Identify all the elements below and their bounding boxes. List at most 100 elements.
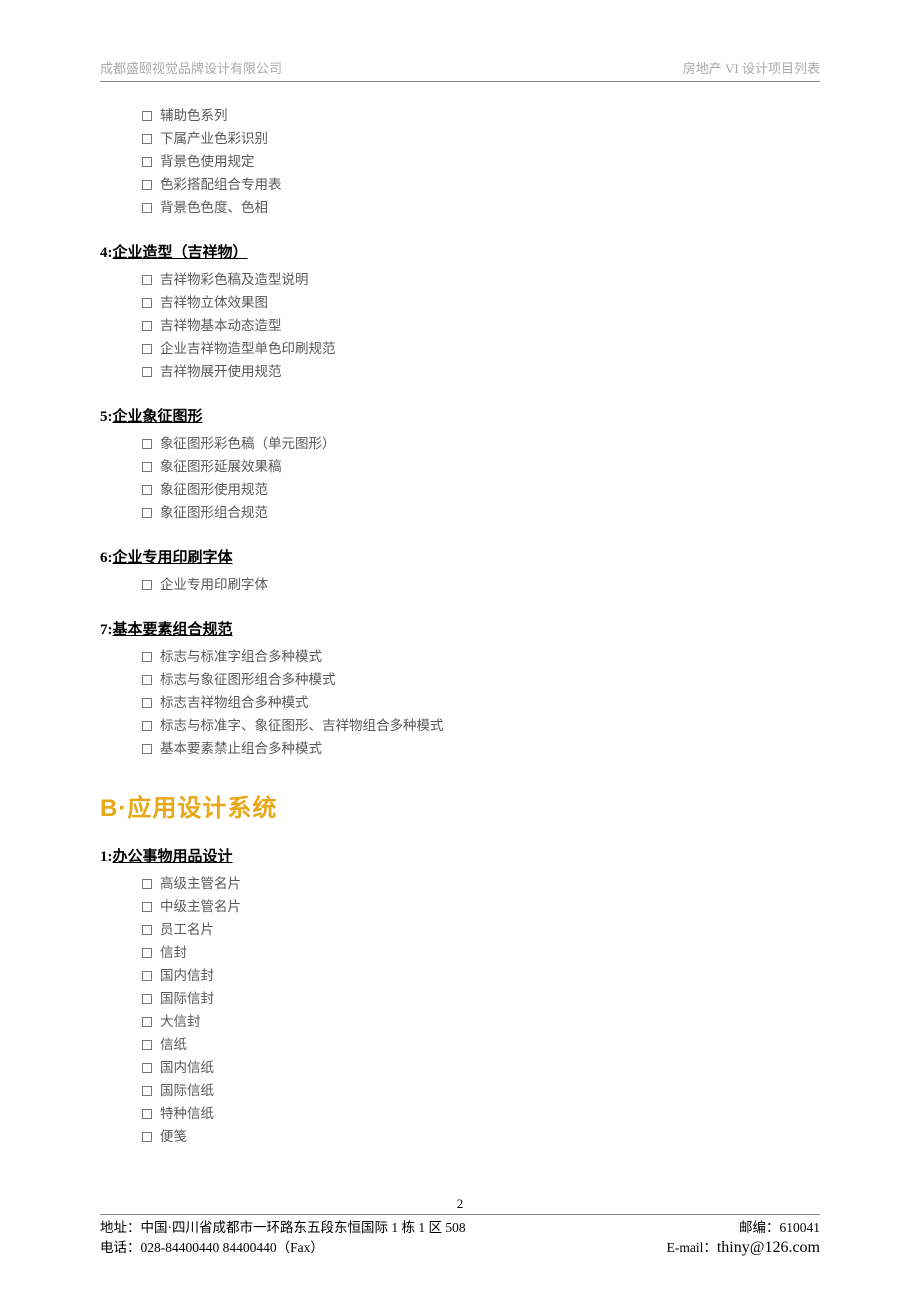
item-label: 吉祥物基本动态造型 [160, 314, 282, 337]
checkbox-icon [142, 275, 152, 285]
item-label: 标志与象征图形组合多种模式 [160, 668, 336, 691]
list-item: 国际信封 [142, 987, 820, 1010]
list-item: 下属产业色彩识别 [142, 127, 820, 150]
page-header: 成都盛颐视觉品牌设计有限公司 房地产 VI 设计项目列表 [100, 58, 820, 82]
section-number: 7: [100, 622, 113, 638]
checkbox-icon [142, 367, 152, 377]
item-label: 便笺 [160, 1125, 187, 1148]
checkbox-icon [142, 439, 152, 449]
list-item: 象征图形组合规范 [142, 501, 820, 524]
footer-address: 地址：中国·四川省成都市一环路东五段东恒国际 1 栋 1 区 508 [100, 1218, 466, 1238]
item-label: 国际信封 [160, 987, 214, 1010]
section-heading: 6:企业专用印刷字体 [100, 546, 820, 567]
checkbox-icon [142, 462, 152, 472]
item-label: 辅助色系列 [160, 104, 228, 127]
checkbox-icon [142, 698, 152, 708]
footer-email: E-mail：thiny@126.com [667, 1238, 820, 1258]
list-item: 企业专用印刷字体 [142, 573, 820, 596]
item-label: 国内信纸 [160, 1056, 214, 1079]
checkbox-icon [142, 1063, 152, 1073]
checkbox-icon [142, 994, 152, 1004]
list-item: 背景色色度、色相 [142, 196, 820, 219]
item-label: 企业专用印刷字体 [160, 573, 268, 596]
list-item: 员工名片 [142, 918, 820, 941]
list-item: 标志与象征图形组合多种模式 [142, 668, 820, 691]
item-label: 下属产业色彩识别 [160, 127, 268, 150]
item-list: 标志与标准字组合多种模式标志与象征图形组合多种模式标志吉祥物组合多种模式标志与标… [100, 645, 820, 760]
item-label: 象征图形彩色稿（单元图形） [160, 432, 336, 455]
item-label: 背景色色度、色相 [160, 196, 268, 219]
item-label: 吉祥物立体效果图 [160, 291, 268, 314]
list-item: 标志与标准字组合多种模式 [142, 645, 820, 668]
checkbox-icon [142, 1132, 152, 1142]
list-item: 信封 [142, 941, 820, 964]
page-footer: 2 地址：中国·四川省成都市一环路东五段东恒国际 1 栋 1 区 508 邮编：… [100, 1196, 820, 1258]
list-item: 象征图形延展效果稿 [142, 455, 820, 478]
section-title: 基本要素组合规范 [113, 622, 233, 638]
checkbox-icon [142, 157, 152, 167]
list-item: 象征图形使用规范 [142, 478, 820, 501]
section-number: 1: [100, 849, 113, 865]
section-number: 4: [100, 245, 113, 261]
item-label: 吉祥物展开使用规范 [160, 360, 282, 383]
list-item: 辅助色系列 [142, 104, 820, 127]
checkbox-icon [142, 1040, 152, 1050]
checkbox-icon [142, 508, 152, 518]
checkbox-icon [142, 1086, 152, 1096]
item-label: 背景色使用规定 [160, 150, 255, 173]
list-item: 色彩搭配组合专用表 [142, 173, 820, 196]
footer-postcode: 邮编：610041 [739, 1218, 820, 1238]
list-item: 高级主管名片 [142, 872, 820, 895]
checkbox-icon [142, 948, 152, 958]
checkbox-icon [142, 134, 152, 144]
header-title: 房地产 VI 设计项目列表 [683, 58, 820, 77]
list-item: 吉祥物基本动态造型 [142, 314, 820, 337]
item-label: 标志吉祥物组合多种模式 [160, 691, 309, 714]
checkbox-icon [142, 879, 152, 889]
item-label: 色彩搭配组合专用表 [160, 173, 282, 196]
section-number: 6: [100, 550, 113, 566]
item-label: 象征图形组合规范 [160, 501, 268, 524]
item-list: 辅助色系列下属产业色彩识别背景色使用规定色彩搭配组合专用表背景色色度、色相 [100, 104, 820, 219]
list-item: 特种信纸 [142, 1102, 820, 1125]
checkbox-icon [142, 902, 152, 912]
list-item: 中级主管名片 [142, 895, 820, 918]
list-item: 吉祥物展开使用规范 [142, 360, 820, 383]
list-item: 国内信封 [142, 964, 820, 987]
list-item: 标志与标准字、象征图形、吉祥物组合多种模式 [142, 714, 820, 737]
item-label: 高级主管名片 [160, 872, 241, 895]
list-item: 便笺 [142, 1125, 820, 1148]
section-title: 办公事物用品设计 [113, 849, 233, 865]
item-label: 信纸 [160, 1033, 187, 1056]
item-label: 员工名片 [160, 918, 214, 941]
list-item: 吉祥物彩色稿及造型说明 [142, 268, 820, 291]
item-label: 特种信纸 [160, 1102, 214, 1125]
item-label: 基本要素禁止组合多种模式 [160, 737, 322, 760]
checkbox-icon [142, 1109, 152, 1119]
major-heading-b: B·应用设计系统 [100, 788, 820, 823]
item-list: 企业专用印刷字体 [100, 573, 820, 596]
checkbox-icon [142, 203, 152, 213]
checkbox-icon [142, 344, 152, 354]
checkbox-icon [142, 321, 152, 331]
checkbox-icon [142, 721, 152, 731]
item-label: 标志与标准字、象征图形、吉祥物组合多种模式 [160, 714, 444, 737]
page-number: 2 [100, 1196, 820, 1212]
checkbox-icon [142, 971, 152, 981]
item-label: 中级主管名片 [160, 895, 241, 918]
item-label: 象征图形延展效果稿 [160, 455, 282, 478]
footer-phone: 电话：028-84400440 84400440（Fax） [100, 1238, 324, 1258]
section-title: 企业专用印刷字体 [113, 550, 233, 566]
checkbox-icon [142, 180, 152, 190]
checkbox-icon [142, 298, 152, 308]
section-number: 5: [100, 409, 113, 425]
section-heading: 5:企业象征图形 [100, 405, 820, 426]
list-item: 企业吉祥物造型单色印刷规范 [142, 337, 820, 360]
header-company: 成都盛颐视觉品牌设计有限公司 [100, 58, 282, 77]
checkbox-icon [142, 111, 152, 121]
list-item: 象征图形彩色稿（单元图形） [142, 432, 820, 455]
list-item: 国际信纸 [142, 1079, 820, 1102]
item-label: 吉祥物彩色稿及造型说明 [160, 268, 309, 291]
document-page: 成都盛颐视觉品牌设计有限公司 房地产 VI 设计项目列表 辅助色系列下属产业色彩… [0, 0, 920, 1148]
list-item: 大信封 [142, 1010, 820, 1033]
